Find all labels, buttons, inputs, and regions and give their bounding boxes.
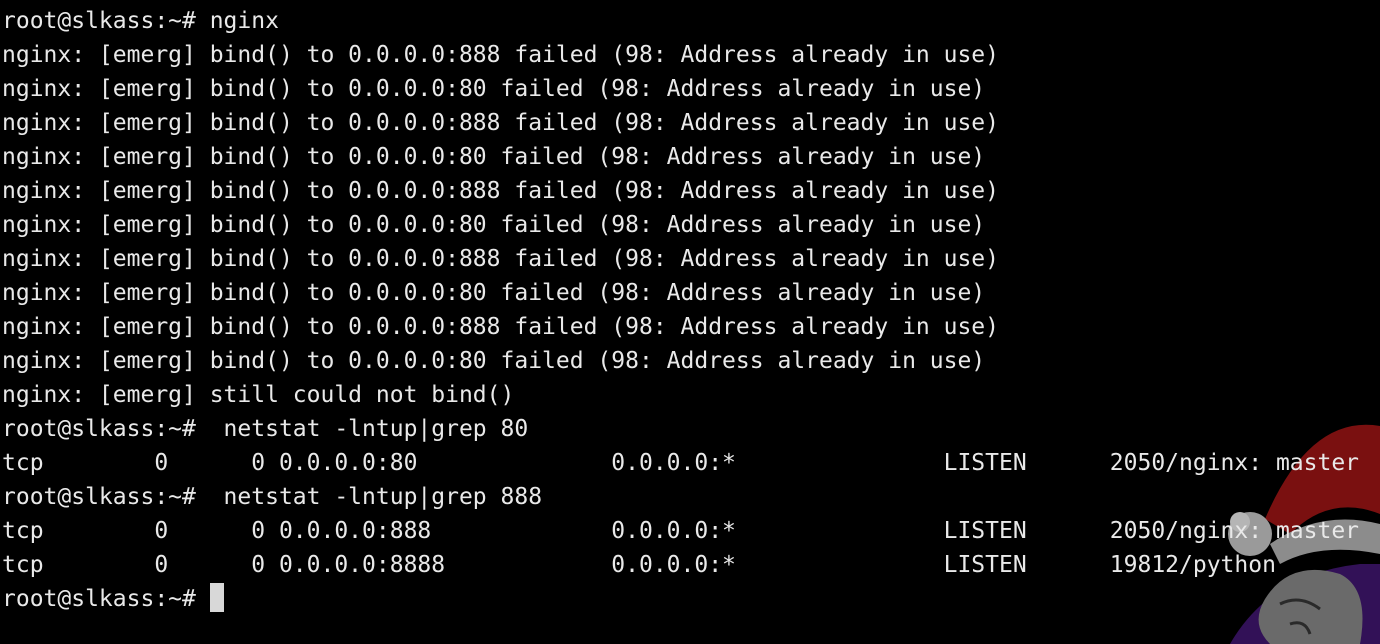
terminal-line: root@slkass:~# nginx [2, 8, 279, 34]
terminal-line: nginx: [emerg] bind() to 0.0.0.0:80 fail… [2, 76, 986, 102]
terminal-prompt-line[interactable]: root@slkass:~# [2, 582, 1359, 616]
terminal-line: nginx: [emerg] bind() to 0.0.0.0:80 fail… [2, 348, 986, 374]
terminal-line: tcp 0 0 0.0.0.0:888 0.0.0.0:* LISTEN 205… [2, 518, 1360, 544]
terminal-line: tcp 0 0 0.0.0.0:80 0.0.0.0:* LISTEN 2050… [2, 450, 1360, 476]
terminal-line: nginx: [emerg] still could not bind() [2, 382, 515, 408]
terminal-line: nginx: [emerg] bind() to 0.0.0.0:888 fai… [2, 110, 999, 136]
terminal-line: root@slkass:~# netstat -lntup|grep 80 [2, 416, 529, 442]
terminal-line: nginx: [emerg] bind() to 0.0.0.0:888 fai… [2, 314, 999, 340]
terminal-line: nginx: [emerg] bind() to 0.0.0.0:80 fail… [2, 212, 986, 238]
terminal-line: root@slkass:~# netstat -lntup|grep 888 [2, 484, 543, 510]
terminal-line: nginx: [emerg] bind() to 0.0.0.0:80 fail… [2, 144, 986, 170]
terminal-cursor[interactable] [209, 583, 224, 612]
terminal-line: nginx: [emerg] bind() to 0.0.0.0:888 fai… [2, 42, 999, 68]
terminal-prompt: root@slkass:~# [2, 586, 210, 612]
terminal-window[interactable]: root@slkass:~# nginx nginx: [emerg] bind… [0, 0, 1380, 644]
terminal-line: nginx: [emerg] bind() to 0.0.0.0:80 fail… [2, 280, 986, 306]
terminal-line: tcp 0 0 0.0.0.0:8888 0.0.0.0:* LISTEN 19… [2, 552, 1276, 578]
terminal-output: root@slkass:~# nginx nginx: [emerg] bind… [2, 4, 1359, 616]
terminal-line: nginx: [emerg] bind() to 0.0.0.0:888 fai… [2, 246, 999, 272]
terminal-line: nginx: [emerg] bind() to 0.0.0.0:888 fai… [2, 178, 999, 204]
